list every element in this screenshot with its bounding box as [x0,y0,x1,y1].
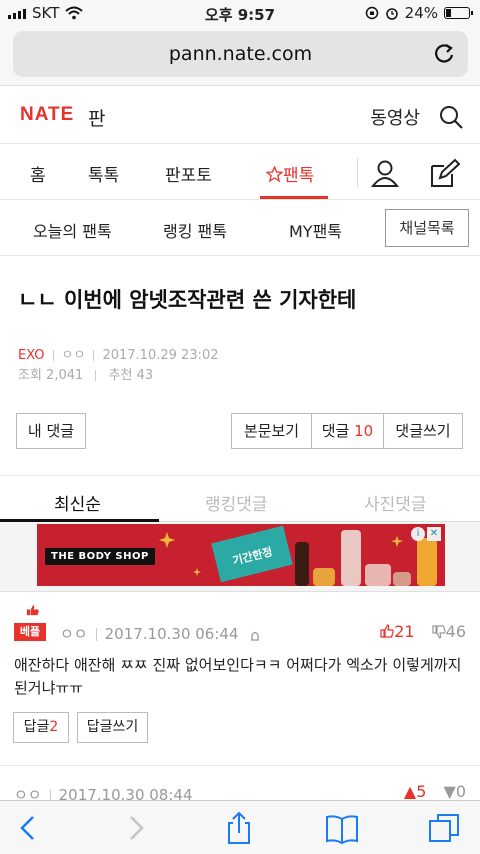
ad-product [313,568,335,586]
upvote-button[interactable]: ▲5 [404,782,427,801]
downvote-button[interactable]: ▼0 [444,782,467,801]
comment-text: 애잔하다 애잔해 ㅉㅉ 진짜 없어보인다ㅋㅋ 어쩌다가 엑소가 이렇게까지 된거… [14,656,462,697]
comments-count: 10 [354,422,374,440]
comments-button[interactable]: 댓글 10 [311,413,384,449]
thumbs-up-icon [380,624,394,638]
upvote-button[interactable]: 21 [380,622,415,641]
main-nav: 홈 톡톡 판포토 팬톡 [0,143,480,200]
subnav-my[interactable]: MY팬톡 [289,218,342,242]
comment-author: ㅇㅇ [60,625,88,643]
view-count: 조회 2,041 [18,368,84,383]
best-badge: 베플 [14,623,46,641]
edit-icon[interactable] [428,158,460,190]
article-category[interactable]: EXO [18,348,45,363]
tab-photo-comments[interactable]: 사진댓글 [364,490,427,515]
reply-count: 2 [49,719,59,735]
comment-date: 2017.10.30 06:44 [104,625,239,643]
comment-divider [0,765,480,766]
forward-icon[interactable] [118,811,152,845]
replies-button[interactable]: 답글2 [13,712,69,743]
video-link[interactable]: 동영상 [370,104,420,130]
subnav-today[interactable]: 오늘의 팬톡 [33,218,112,242]
my-comments-button[interactable]: 내 댓글 [16,413,86,449]
article-title: ㄴㄴ 이번에 암넷조작관련 쓴 기자한테 [18,288,357,312]
nav-active-indicator [260,196,328,199]
subnav-ranking[interactable]: 랭킹 팬톡 [163,218,227,242]
search-icon[interactable] [438,104,464,130]
report-icon[interactable] [249,629,261,641]
article-stats: 조회 2,041 추천 43 [18,364,153,383]
battery-percent: 24% [404,4,438,22]
view-body-button[interactable]: 본문보기 [231,413,312,449]
tab-latest[interactable]: 최신순 [54,490,101,515]
alarm-icon [385,8,398,20]
article-meta: EXO ㅇㅇ 2017.10.29 23:02 [18,344,218,363]
comment-meta: ㅇㅇ 2017.10.30 06:44 [60,623,261,644]
tabs-icon[interactable] [428,811,462,845]
thumbs-down-icon [432,625,446,639]
back-icon[interactable] [12,811,46,845]
nav-divider [357,158,358,188]
comment-votes: 21 46 [380,622,466,641]
nav-home[interactable]: 홈 [30,161,46,186]
browser-toolbar [0,800,480,854]
thumbs-up-best-icon [26,605,39,616]
comment-votes: ▲5 ▼0 [404,782,466,801]
pann-logo[interactable]: 판 [88,104,105,131]
site-header: NATE 판 동영상 [0,96,480,142]
article-date: 2017.10.29 23:02 [102,348,219,363]
user-icon[interactable] [370,158,400,188]
battery-icon [444,7,473,19]
ad-product [341,530,361,586]
ad-product [295,542,309,586]
reload-icon[interactable] [430,40,458,68]
nate-logo[interactable]: NATE [20,104,74,126]
downvote-button[interactable]: 46 [432,622,466,641]
nav-pann-photo[interactable]: 판포토 [165,161,212,186]
nav-toktok[interactable]: 톡톡 [88,161,119,186]
star-icon [265,165,284,183]
tab-ranking-comments[interactable]: 랭킹댓글 [205,490,268,515]
article-author: ㅇㅇ [61,348,86,363]
section-divider [0,475,480,476]
bookmarks-icon[interactable] [325,811,359,845]
share-icon[interactable] [222,811,256,845]
recommend-count: 추천 43 [108,368,154,383]
write-reply-button[interactable]: 답글쓰기 [77,712,148,743]
ad-area: THE BODY SHOP 기간한정 i ✕ [0,522,480,592]
write-comment-button[interactable]: 댓글쓰기 [383,413,463,449]
ad-banner[interactable]: THE BODY SHOP 기간한정 i ✕ [37,524,445,586]
nav-fantalk[interactable]: 팬톡 [265,161,314,186]
ad-product [393,572,411,586]
rotation-lock-icon [365,6,378,20]
sub-nav: 오늘의 팬톡 랭킹 팬톡 MY팬톡 채널목록 [0,201,480,256]
ad-product [417,538,437,586]
url-text: pann.nate.com [168,43,313,65]
ad-close-icon[interactable]: ✕ [427,527,441,541]
ad-info-icon[interactable]: i [411,527,425,541]
address-bar[interactable]: pann.nate.com [13,31,468,77]
status-bar: SKT 오후 9:57 24% [0,0,480,26]
channel-list-button[interactable]: 채널목록 [385,209,469,247]
ad-product [365,564,391,586]
browser-address-area: pann.nate.com [0,26,480,86]
